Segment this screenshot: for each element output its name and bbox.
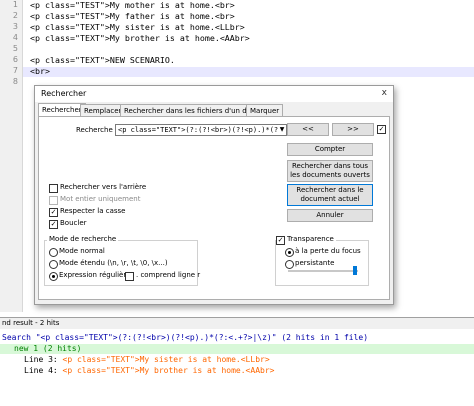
- backward-label: Rechercher vers l'arrière: [60, 183, 147, 191]
- code-line: <p class="TEXT">NEW SCENARIO.: [30, 55, 175, 65]
- count-button[interactable]: Compter: [287, 143, 373, 156]
- mode-regex-radio[interactable]: [49, 272, 58, 281]
- transparency-checkbox[interactable]: ✓: [276, 236, 285, 245]
- line-number: 2: [12, 11, 18, 20]
- result-row[interactable]: Line 3: <p class="TEXT">My sister is at …: [24, 355, 270, 364]
- dot-newline-label: . comprend ligne r: [136, 271, 201, 279]
- transparency-title: Transparence: [285, 235, 336, 243]
- transparency-slider-thumb[interactable]: [353, 266, 357, 275]
- dialog-title: Rechercher: [41, 89, 87, 98]
- results-header: nd result - 2 hits: [0, 318, 474, 329]
- results-search-line[interactable]: Search "<p class="TEXT">(?:(?!<br>)(?!<p…: [2, 333, 368, 342]
- find-dialog: Rechercher x Rechercher Remplacer Recher…: [34, 85, 394, 305]
- tab-rechercher[interactable]: Rechercher: [38, 103, 86, 117]
- transparency-focus-label: à la perte du focus: [295, 247, 361, 255]
- line-number: 4: [12, 33, 18, 42]
- dot-newline-checkbox[interactable]: [125, 272, 134, 281]
- search-label: Recherche :: [76, 126, 118, 134]
- backward-checkbox[interactable]: [49, 184, 58, 193]
- transparency-focus-radio[interactable]: [285, 248, 294, 257]
- search-direction-checkbox[interactable]: ✓: [377, 125, 386, 134]
- result-row[interactable]: Line 4: <p class="TEXT">My brother is at…: [24, 366, 274, 375]
- wrap-checkbox[interactable]: ✓: [49, 220, 58, 229]
- line-number: 3: [12, 22, 18, 31]
- search-all-docs-button[interactable]: Rechercher dans tous les documents ouver…: [287, 160, 373, 182]
- match-case-label: Respecter la casse: [60, 207, 126, 215]
- code-line: <p class="TEXT">My brother is at home.<A…: [30, 33, 250, 43]
- current-line-highlight: [23, 67, 474, 77]
- line-number: 7: [12, 66, 18, 75]
- result-line-text: <p class="TEXT">My brother is at home.<A…: [62, 366, 275, 375]
- result-line-label: Line 4:: [24, 366, 63, 375]
- whole-word-label: Mot entier uniquement: [60, 195, 141, 203]
- close-icon[interactable]: x: [382, 88, 387, 98]
- mode-normal-label: Mode normal: [59, 247, 105, 255]
- find-next-button[interactable]: >>: [332, 123, 374, 136]
- results-file-line[interactable]: new 1 (2 hits): [14, 344, 81, 353]
- wrap-label: Boucler: [60, 219, 87, 227]
- search-input-value: <p class="TEXT">(?:(?!<br>)(?!<p).)*(?:<…: [118, 126, 287, 134]
- search-input[interactable]: <p class="TEXT">(?:(?!<br>)(?!<p).)*(?:<…: [115, 124, 287, 136]
- mode-normal-radio[interactable]: [49, 248, 58, 257]
- transparency-always-label: persistante: [295, 259, 335, 267]
- result-line-label: Line 3:: [24, 355, 63, 364]
- find-previous-button[interactable]: <<: [287, 123, 329, 136]
- search-current-doc-button[interactable]: Rechercher dans le document actuel: [287, 184, 373, 206]
- search-results-pane[interactable]: nd result - 2 hits Search "<p class="TEX…: [0, 317, 474, 406]
- mode-regex-label: Expression régulière: [59, 271, 131, 279]
- whole-word-checkbox: [49, 196, 58, 205]
- line-number: 8: [12, 77, 18, 86]
- line-number-gutter: 1 2 3 4 5 6 7 8: [0, 0, 23, 312]
- line-number: 6: [12, 55, 18, 64]
- chevron-down-icon[interactable]: ▼: [278, 125, 286, 135]
- dialog-titlebar[interactable]: Rechercher x: [35, 86, 393, 102]
- transparency-always-radio[interactable]: [285, 260, 294, 269]
- search-mode-title: Mode de recherche: [47, 235, 119, 243]
- cancel-button[interactable]: Annuler: [287, 209, 373, 222]
- code-line: <p class="TEST">My father is at home.<br…: [30, 11, 235, 21]
- match-case-checkbox[interactable]: ✓: [49, 208, 58, 217]
- line-number: 5: [12, 44, 18, 53]
- mode-extended-label: Mode étendu (\n, \r, \t, \0, \x...): [59, 259, 168, 267]
- code-line: <br>: [30, 66, 50, 76]
- transparency-slider-track[interactable]: [288, 270, 358, 272]
- mode-extended-radio[interactable]: [49, 260, 58, 269]
- code-line: <p class="TEST">My mother is at home.<br…: [30, 0, 235, 10]
- code-line: <p class="TEXT">My sister is at home.<LL…: [30, 22, 245, 32]
- line-number: 1: [12, 0, 18, 9]
- result-line-text: <p class="TEXT">My sister is at home.<LL…: [62, 355, 270, 364]
